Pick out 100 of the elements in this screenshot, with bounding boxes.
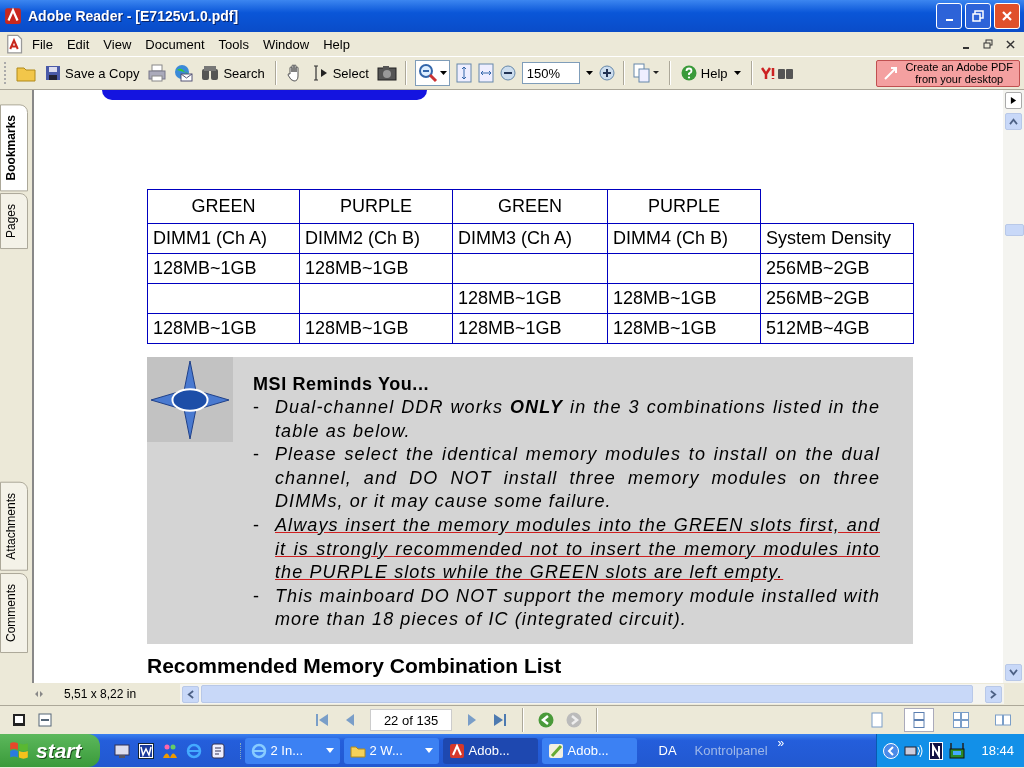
table-cell: 128MB~1GB bbox=[153, 318, 257, 338]
taskbar-button[interactable]: 2 W... bbox=[343, 737, 439, 764]
scroll-thumb[interactable] bbox=[1005, 224, 1024, 236]
page-layout-button[interactable] bbox=[904, 708, 934, 732]
column-header: DIMM1 (Ch A) bbox=[147, 223, 300, 254]
desktop-icon[interactable] bbox=[113, 742, 130, 759]
table-cell: GREEN bbox=[147, 189, 300, 224]
scroll-left-button[interactable] bbox=[182, 685, 199, 703]
zoom-tool-button[interactable] bbox=[414, 60, 450, 86]
language-indicator[interactable]: DA bbox=[648, 743, 687, 758]
taskbar-button[interactable]: Adob... bbox=[442, 737, 538, 764]
caret-icon bbox=[439, 71, 447, 75]
menu-item[interactable]: Document bbox=[139, 34, 211, 54]
router-icon[interactable] bbox=[948, 741, 967, 760]
fit-width-icon[interactable] bbox=[477, 63, 494, 83]
scroll-right-button[interactable] bbox=[985, 685, 1002, 703]
column-header: System Density bbox=[760, 223, 914, 254]
notice-title: MSI Reminds You... bbox=[253, 374, 431, 395]
chevron-left-icon bbox=[187, 689, 194, 699]
expand-panel-button[interactable] bbox=[1005, 92, 1022, 109]
scroll-thumb[interactable] bbox=[201, 685, 973, 703]
taskbar-button[interactable]: Adob... bbox=[541, 737, 637, 764]
binoculars-icon bbox=[201, 65, 220, 81]
window-title: Adobe Reader - [E7125v1.0.pdf] bbox=[28, 8, 239, 24]
zoom-in-icon[interactable] bbox=[598, 65, 615, 81]
bullet-dash: - bbox=[253, 513, 260, 537]
section-heading: Recommended Memory Combination List bbox=[147, 654, 563, 678]
panel-tab[interactable]: Bookmarks bbox=[0, 104, 28, 192]
table-cell: 128MB~1GB bbox=[458, 318, 562, 338]
menu-item[interactable]: Edit bbox=[60, 34, 96, 54]
document-icon[interactable] bbox=[209, 742, 226, 759]
notice-text: Always insert the memory modules into the GREEN slots first, and it is strongly recommended not to insert the memory modules into the PURPLE slots while the GREEN slots are left empty. bbox=[275, 513, 880, 585]
menu-item[interactable]: View bbox=[97, 34, 138, 54]
table-cell: 256MB~2GB bbox=[766, 288, 870, 308]
magnifier-icon bbox=[417, 63, 438, 83]
page-layout-icon bbox=[911, 712, 927, 728]
panel-tab[interactable]: Pages bbox=[0, 193, 28, 250]
search-toolbar-icon[interactable] bbox=[760, 65, 795, 81]
document-icon bbox=[4, 34, 24, 54]
splitter-icon[interactable] bbox=[34, 689, 44, 699]
chevron-right-icon bbox=[990, 689, 997, 699]
menu-item[interactable]: Tools bbox=[212, 34, 255, 54]
table-cell: 128MB~1GB bbox=[305, 258, 409, 278]
scroll-down-button[interactable] bbox=[1005, 664, 1022, 681]
create-pdf-button[interactable]: Create an Adobe PDF from your desktop bbox=[876, 59, 1020, 87]
table-cell: 512MB~4GB bbox=[766, 318, 870, 338]
menu-item[interactable]: Help bbox=[317, 34, 356, 54]
scroll-up-button[interactable] bbox=[1005, 113, 1022, 130]
table-cell: 128MB~1GB bbox=[153, 258, 257, 278]
back-icon[interactable] bbox=[538, 712, 554, 728]
expand-toolbar-button[interactable]: » bbox=[777, 736, 785, 750]
bullet-dash: - bbox=[253, 396, 260, 419]
printer-icon[interactable] bbox=[147, 63, 168, 83]
word-icon[interactable] bbox=[137, 742, 154, 759]
page-icon[interactable] bbox=[38, 713, 52, 727]
help-button[interactable]: Help bbox=[678, 63, 743, 83]
zoom-out-icon[interactable] bbox=[499, 65, 516, 81]
maximize-button[interactable] bbox=[965, 3, 991, 29]
zoom-field[interactable]: 150% bbox=[521, 62, 580, 84]
notice-text: Please select the identical memory modules to install on the dual channel, and DO NOT install three memory modules on three DIMMs, or it may cause some failure. bbox=[275, 443, 880, 514]
table-cell: PURPLE bbox=[607, 189, 761, 224]
table-cell: 128MB~1GB bbox=[613, 288, 717, 308]
panel-tab[interactable]: Attachments bbox=[0, 482, 28, 571]
taskbar-button[interactable]: 2 In... bbox=[244, 737, 340, 764]
fit-page-icon[interactable] bbox=[455, 63, 472, 83]
text-cursor-icon bbox=[312, 65, 329, 81]
table-cell: 128MB~1GB bbox=[613, 318, 717, 338]
menu-item[interactable]: File bbox=[26, 34, 59, 54]
pages-icon[interactable] bbox=[632, 63, 661, 83]
panel-tab[interactable]: Comments bbox=[0, 573, 28, 653]
show-hidden-icons-button[interactable] bbox=[883, 742, 900, 759]
close-icon bbox=[1005, 39, 1015, 49]
notice-text: This mainboard DO NOT support the memory module installed with more than 18 pieces of IC (integrated circuit). bbox=[275, 584, 880, 632]
minimize-button[interactable] bbox=[936, 3, 962, 29]
search-button[interactable]: Search bbox=[199, 63, 267, 83]
panel-icon[interactable] bbox=[12, 713, 26, 727]
bullet-dash: - bbox=[253, 443, 260, 467]
caret-icon[interactable] bbox=[585, 71, 593, 75]
camera-icon[interactable] bbox=[376, 63, 397, 83]
network-icon[interactable] bbox=[904, 742, 925, 759]
page-layout-icon bbox=[869, 712, 885, 728]
clock: 18:44 bbox=[981, 743, 1014, 758]
column-header: DIMM3 (Ch A) bbox=[452, 223, 608, 254]
triangle-right-icon bbox=[1010, 96, 1017, 105]
select-button[interactable]: Select bbox=[310, 63, 371, 83]
globe-mail-icon[interactable] bbox=[173, 63, 194, 83]
save-copy-button[interactable]: Save a Copy bbox=[43, 63, 142, 83]
page-layout-icon bbox=[953, 712, 969, 728]
minimize-icon bbox=[963, 46, 969, 49]
chevron-up-icon bbox=[1009, 118, 1018, 125]
help-icon bbox=[680, 65, 697, 81]
table-cell: 128MB~1GB bbox=[305, 318, 409, 338]
restore-icon bbox=[972, 10, 984, 22]
minimize-icon bbox=[945, 19, 953, 21]
page-number-field[interactable]: 22 of 135 bbox=[370, 709, 452, 731]
people-icon[interactable] bbox=[161, 742, 178, 759]
last-page-icon[interactable] bbox=[492, 712, 508, 728]
restore-icon bbox=[983, 39, 993, 49]
letter-n-icon[interactable] bbox=[929, 741, 944, 760]
menu-item[interactable]: Window bbox=[256, 34, 316, 54]
